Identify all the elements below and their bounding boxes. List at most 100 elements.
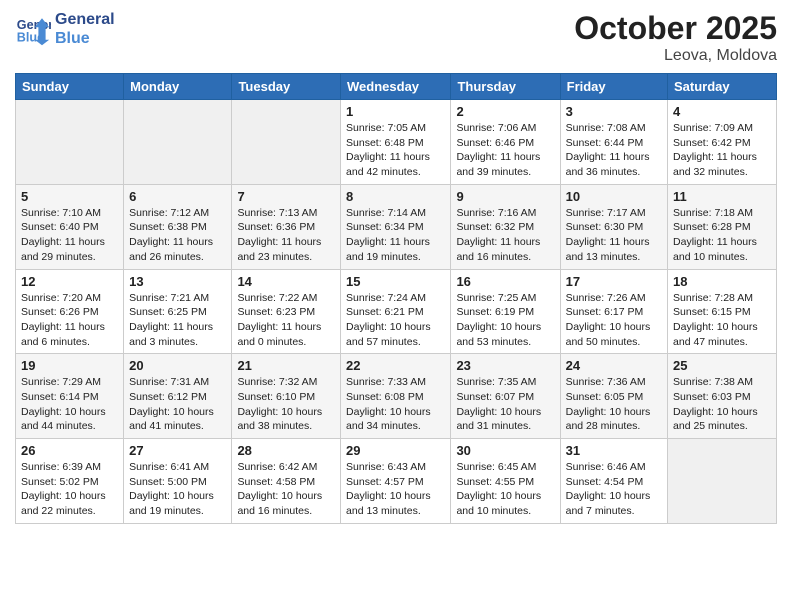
day-number: 5 xyxy=(21,189,118,204)
day-number: 17 xyxy=(566,274,662,289)
day-info: Sunrise: 7:09 AM Sunset: 6:42 PM Dayligh… xyxy=(673,121,771,180)
calendar-cell xyxy=(16,100,124,185)
calendar-cell: 2 Sunrise: 7:06 AM Sunset: 6:46 PM Daylig… xyxy=(451,100,560,185)
day-of-week-header: Friday xyxy=(560,74,667,100)
calendar-cell: 17 Sunrise: 7:26 AM Sunset: 6:17 PM Dayli… xyxy=(560,269,667,354)
day-number: 12 xyxy=(21,274,118,289)
day-number: 23 xyxy=(456,358,554,373)
day-info: Sunrise: 7:18 AM Sunset: 6:28 PM Dayligh… xyxy=(673,206,771,265)
calendar-week-row: 5 Sunrise: 7:10 AM Sunset: 6:40 PM Daylig… xyxy=(16,184,777,269)
day-of-week-header: Monday xyxy=(124,74,232,100)
day-info: Sunrise: 7:06 AM Sunset: 6:46 PM Dayligh… xyxy=(456,121,554,180)
calendar-cell xyxy=(232,100,341,185)
day-number: 3 xyxy=(566,104,662,119)
day-info: Sunrise: 7:08 AM Sunset: 6:44 PM Dayligh… xyxy=(566,121,662,180)
calendar-cell: 29Sunrise: 6:43 AM Sunset: 4:57 PM Dayli… xyxy=(341,439,451,524)
day-number: 27 xyxy=(129,443,226,458)
day-number: 10 xyxy=(566,189,662,204)
calendar-cell: 16Sunrise: 7:25 AM Sunset: 6:19 PM Dayli… xyxy=(451,269,560,354)
day-number: 2 xyxy=(456,104,554,119)
day-info: Sunrise: 7:20 AM Sunset: 6:26 PM Dayligh… xyxy=(21,291,118,350)
day-number: 6 xyxy=(129,189,226,204)
calendar-cell: 21 Sunrise: 7:32 AM Sunset: 6:10 PM Dayli… xyxy=(232,354,341,439)
day-info: Sunrise: 7:12 AM Sunset: 6:38 PM Dayligh… xyxy=(129,206,226,265)
day-number: 18 xyxy=(673,274,771,289)
calendar-cell: 9Sunrise: 7:16 AM Sunset: 6:32 PM Daylig… xyxy=(451,184,560,269)
day-number: 24 xyxy=(566,358,662,373)
day-number: 31 xyxy=(566,443,662,458)
calendar-cell: 7 Sunrise: 7:13 AM Sunset: 6:36 PM Daylig… xyxy=(232,184,341,269)
day-info: Sunrise: 7:10 AM Sunset: 6:40 PM Dayligh… xyxy=(21,206,118,265)
calendar-cell: 1 Sunrise: 7:05 AM Sunset: 6:48 PM Daylig… xyxy=(341,100,451,185)
calendar-cell: 22Sunrise: 7:33 AM Sunset: 6:08 PM Dayli… xyxy=(341,354,451,439)
calendar-cell: 26Sunrise: 6:39 AM Sunset: 5:02 PM Dayli… xyxy=(16,439,124,524)
day-number: 28 xyxy=(237,443,335,458)
calendar-cell: 24 Sunrise: 7:36 AM Sunset: 6:05 PM Dayli… xyxy=(560,354,667,439)
day-info: Sunrise: 7:05 AM Sunset: 6:48 PM Dayligh… xyxy=(346,121,445,180)
calendar-cell: 19Sunrise: 7:29 AM Sunset: 6:14 PM Dayli… xyxy=(16,354,124,439)
calendar-cell: 20Sunrise: 7:31 AM Sunset: 6:12 PM Dayli… xyxy=(124,354,232,439)
day-info: Sunrise: 6:46 AM Sunset: 4:54 PM Dayligh… xyxy=(566,460,662,519)
day-number: 25 xyxy=(673,358,771,373)
day-info: Sunrise: 7:31 AM Sunset: 6:12 PM Dayligh… xyxy=(129,375,226,434)
day-number: 4 xyxy=(673,104,771,119)
day-info: Sunrise: 7:35 AM Sunset: 6:07 PM Dayligh… xyxy=(456,375,554,434)
day-info: Sunrise: 6:41 AM Sunset: 5:00 PM Dayligh… xyxy=(129,460,226,519)
calendar-week-row: 12 Sunrise: 7:20 AM Sunset: 6:26 PM Dayli… xyxy=(16,269,777,354)
day-info: Sunrise: 6:45 AM Sunset: 4:55 PM Dayligh… xyxy=(456,460,554,519)
calendar-cell: 11 Sunrise: 7:18 AM Sunset: 6:28 PM Dayli… xyxy=(668,184,777,269)
logo-blue: Blue xyxy=(55,29,115,48)
calendar-cell: 8Sunrise: 7:14 AM Sunset: 6:34 PM Daylig… xyxy=(341,184,451,269)
day-info: Sunrise: 6:39 AM Sunset: 5:02 PM Dayligh… xyxy=(21,460,118,519)
day-number: 30 xyxy=(456,443,554,458)
calendar-cell: 10Sunrise: 7:17 AM Sunset: 6:30 PM Dayli… xyxy=(560,184,667,269)
day-number: 14 xyxy=(237,274,335,289)
page-container: General Blue General Blue October 2025 L… xyxy=(0,0,792,539)
calendar-cell: 12 Sunrise: 7:20 AM Sunset: 6:26 PM Dayli… xyxy=(16,269,124,354)
day-info: Sunrise: 7:13 AM Sunset: 6:36 PM Dayligh… xyxy=(237,206,335,265)
logo: General Blue General Blue xyxy=(15,10,115,48)
day-number: 7 xyxy=(237,189,335,204)
day-of-week-header: Sunday xyxy=(16,74,124,100)
day-info: Sunrise: 7:22 AM Sunset: 6:23 PM Dayligh… xyxy=(237,291,335,350)
title-block: October 2025 Leova, Moldova xyxy=(574,10,777,65)
calendar-cell: 25Sunrise: 7:38 AM Sunset: 6:03 PM Dayli… xyxy=(668,354,777,439)
day-info: Sunrise: 7:32 AM Sunset: 6:10 PM Dayligh… xyxy=(237,375,335,434)
day-info: Sunrise: 7:28 AM Sunset: 6:15 PM Dayligh… xyxy=(673,291,771,350)
location-label: Leova, Moldova xyxy=(574,47,777,65)
calendar-cell: 18 Sunrise: 7:28 AM Sunset: 6:15 PM Dayli… xyxy=(668,269,777,354)
day-info: Sunrise: 7:36 AM Sunset: 6:05 PM Dayligh… xyxy=(566,375,662,434)
day-of-week-header: Thursday xyxy=(451,74,560,100)
header: General Blue General Blue October 2025 L… xyxy=(15,10,777,65)
calendar-week-row: 1 Sunrise: 7:05 AM Sunset: 6:48 PM Daylig… xyxy=(16,100,777,185)
day-info: Sunrise: 6:43 AM Sunset: 4:57 PM Dayligh… xyxy=(346,460,445,519)
calendar-table: SundayMondayTuesdayWednesdayThursdayFrid… xyxy=(15,73,777,524)
calendar-cell: 23 Sunrise: 7:35 AM Sunset: 6:07 PM Dayli… xyxy=(451,354,560,439)
day-number: 21 xyxy=(237,358,335,373)
calendar-cell: 31 Sunrise: 6:46 AM Sunset: 4:54 PM Dayli… xyxy=(560,439,667,524)
day-info: Sunrise: 7:25 AM Sunset: 6:19 PM Dayligh… xyxy=(456,291,554,350)
day-info: Sunrise: 7:29 AM Sunset: 6:14 PM Dayligh… xyxy=(21,375,118,434)
calendar-cell xyxy=(124,100,232,185)
day-info: Sunrise: 7:33 AM Sunset: 6:08 PM Dayligh… xyxy=(346,375,445,434)
day-number: 1 xyxy=(346,104,445,119)
day-info: Sunrise: 6:42 AM Sunset: 4:58 PM Dayligh… xyxy=(237,460,335,519)
day-of-week-header: Saturday xyxy=(668,74,777,100)
day-info: Sunrise: 7:26 AM Sunset: 6:17 PM Dayligh… xyxy=(566,291,662,350)
calendar-week-row: 19Sunrise: 7:29 AM Sunset: 6:14 PM Dayli… xyxy=(16,354,777,439)
day-number: 11 xyxy=(673,189,771,204)
day-of-week-header: Tuesday xyxy=(232,74,341,100)
day-number: 9 xyxy=(456,189,554,204)
calendar-cell: 15Sunrise: 7:24 AM Sunset: 6:21 PM Dayli… xyxy=(341,269,451,354)
calendar-cell: 6 Sunrise: 7:12 AM Sunset: 6:38 PM Daylig… xyxy=(124,184,232,269)
calendar-cell: 13Sunrise: 7:21 AM Sunset: 6:25 PM Dayli… xyxy=(124,269,232,354)
logo-icon: General Blue xyxy=(15,11,51,47)
calendar-cell: 30 Sunrise: 6:45 AM Sunset: 4:55 PM Dayli… xyxy=(451,439,560,524)
calendar-cell: 4 Sunrise: 7:09 AM Sunset: 6:42 PM Daylig… xyxy=(668,100,777,185)
calendar-cell: 5 Sunrise: 7:10 AM Sunset: 6:40 PM Daylig… xyxy=(16,184,124,269)
calendar-week-row: 26Sunrise: 6:39 AM Sunset: 5:02 PM Dayli… xyxy=(16,439,777,524)
day-number: 8 xyxy=(346,189,445,204)
day-info: Sunrise: 7:24 AM Sunset: 6:21 PM Dayligh… xyxy=(346,291,445,350)
day-number: 13 xyxy=(129,274,226,289)
calendar-cell: 14 Sunrise: 7:22 AM Sunset: 6:23 PM Dayli… xyxy=(232,269,341,354)
